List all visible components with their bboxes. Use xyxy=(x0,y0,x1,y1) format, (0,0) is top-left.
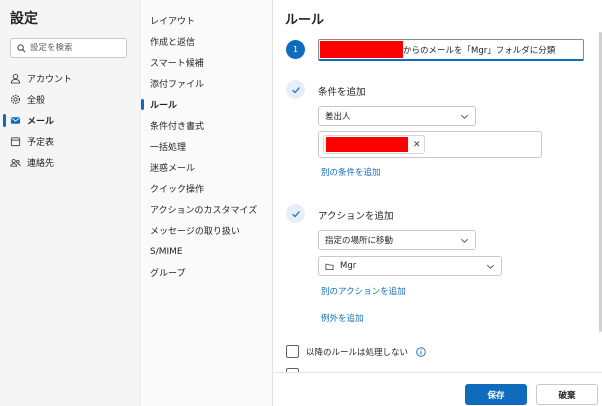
condition-type-select[interactable]: 差出人 xyxy=(318,106,476,126)
add-exception-link[interactable]: 例外を追加 xyxy=(321,312,364,324)
nav-item-label: アカウント xyxy=(27,75,73,85)
action-check-icon xyxy=(286,204,305,223)
action-heading: アクションを追加 xyxy=(318,211,394,222)
nav-item-label: メール xyxy=(27,117,55,127)
add-action-link[interactable]: 別のアクションを追加 xyxy=(321,285,406,297)
menu-item-smime[interactable]: S/MIME xyxy=(141,241,273,262)
chevron-down-icon xyxy=(487,264,494,269)
remove-chip-icon[interactable]: ✕ xyxy=(413,140,421,150)
folder-value: Mgr xyxy=(340,261,357,271)
redacted-sender-name xyxy=(326,137,408,152)
nav-item-label: 連絡先 xyxy=(27,159,55,169)
nav-item-people[interactable]: 連絡先 xyxy=(0,152,140,173)
menu-item-attachments[interactable]: 添付ファイル xyxy=(141,73,273,94)
add-condition-link[interactable]: 別の条件を追加 xyxy=(321,166,381,178)
menu-item-groups[interactable]: グループ xyxy=(141,262,273,283)
menu-item-quick-steps[interactable]: クイック操作 xyxy=(141,178,273,199)
action-type-value: 指定の場所に移動 xyxy=(325,236,394,246)
gear-icon xyxy=(10,94,21,105)
people-icon xyxy=(10,159,21,167)
step-number-badge: 1 xyxy=(286,40,305,59)
discard-button[interactable]: 破棄 xyxy=(536,384,598,405)
menu-item-message-handling[interactable]: メッセージの取り扱い xyxy=(141,220,273,241)
menu-item-rules[interactable]: ルール xyxy=(141,94,273,115)
chevron-down-icon xyxy=(461,238,468,243)
condition-type-value: 差出人 xyxy=(325,112,351,122)
search-icon xyxy=(17,43,26,52)
nav-item-general[interactable]: 全般 xyxy=(0,89,140,110)
save-button[interactable]: 保存 xyxy=(465,384,527,405)
menu-item-junk-email[interactable]: 迷惑メール xyxy=(141,157,273,178)
rule-name-input[interactable]: からのメールを「Mgr」フォルダに分類 xyxy=(318,39,584,61)
settings-search-input[interactable] xyxy=(30,43,125,53)
menu-item-smart-suggestions[interactable]: スマート候補 xyxy=(141,52,273,73)
settings-nav-pane: 設定 アカウント 全般 メール 予定表 連絡先 xyxy=(0,0,140,406)
nav-item-mail[interactable]: メール xyxy=(0,110,140,131)
nav-item-label: 予定表 xyxy=(27,138,55,148)
condition-check-icon xyxy=(286,80,305,99)
stop-processing-row[interactable]: 以降のルールは処理しない xyxy=(286,345,426,358)
condition-heading: 条件を追加 xyxy=(318,87,366,98)
rule-editor-panel: ルール 1 からのメールを「Mgr」フォルダに分類 条件を追加 差出人 ✕ 別の… xyxy=(272,0,602,406)
footer-bar: 保存 破棄 xyxy=(273,372,602,406)
nav-item-account[interactable]: アカウント xyxy=(0,68,140,89)
folder-icon xyxy=(325,263,334,270)
settings-title: 設定 xyxy=(10,11,38,27)
mail-icon xyxy=(10,117,21,124)
sender-chip[interactable]: ✕ xyxy=(323,135,425,154)
redacted-sender xyxy=(320,41,403,58)
mail-settings-menu: レイアウト 作成と返信 スマート候補 添付ファイル ルール 条件付き書式 一括処… xyxy=(140,0,272,406)
nav-item-calendar[interactable]: 予定表 xyxy=(0,131,140,152)
action-type-select[interactable]: 指定の場所に移動 xyxy=(318,230,476,250)
menu-item-sweep[interactable]: 一括処理 xyxy=(141,136,273,157)
stop-processing-label: 以降のルールは処理しない xyxy=(306,347,409,358)
settings-search-box[interactable] xyxy=(10,38,127,58)
nav-item-label: 全般 xyxy=(27,96,46,106)
menu-item-customize-actions[interactable]: アクションのカスタマイズ xyxy=(141,199,273,220)
menu-item-conditional-formatting[interactable]: 条件付き書式 xyxy=(141,115,273,136)
menu-item-layout[interactable]: レイアウト xyxy=(141,10,273,31)
chevron-down-icon xyxy=(461,114,468,119)
folder-select[interactable]: Mgr xyxy=(318,256,502,276)
stop-processing-checkbox[interactable] xyxy=(286,345,299,358)
page-title: ルール xyxy=(285,13,325,28)
calendar-icon xyxy=(10,137,21,147)
rule-editor-scroll-area[interactable]: 1 からのメールを「Mgr」フォルダに分類 条件を追加 差出人 ✕ 別の条件を追… xyxy=(273,32,602,372)
rule-name-text: からのメールを「Mgr」フォルダに分類 xyxy=(403,45,556,56)
sender-recipient-box[interactable]: ✕ xyxy=(318,131,542,158)
menu-item-compose-reply[interactable]: 作成と返信 xyxy=(141,31,273,52)
info-icon[interactable] xyxy=(416,346,426,357)
person-icon xyxy=(10,73,21,84)
